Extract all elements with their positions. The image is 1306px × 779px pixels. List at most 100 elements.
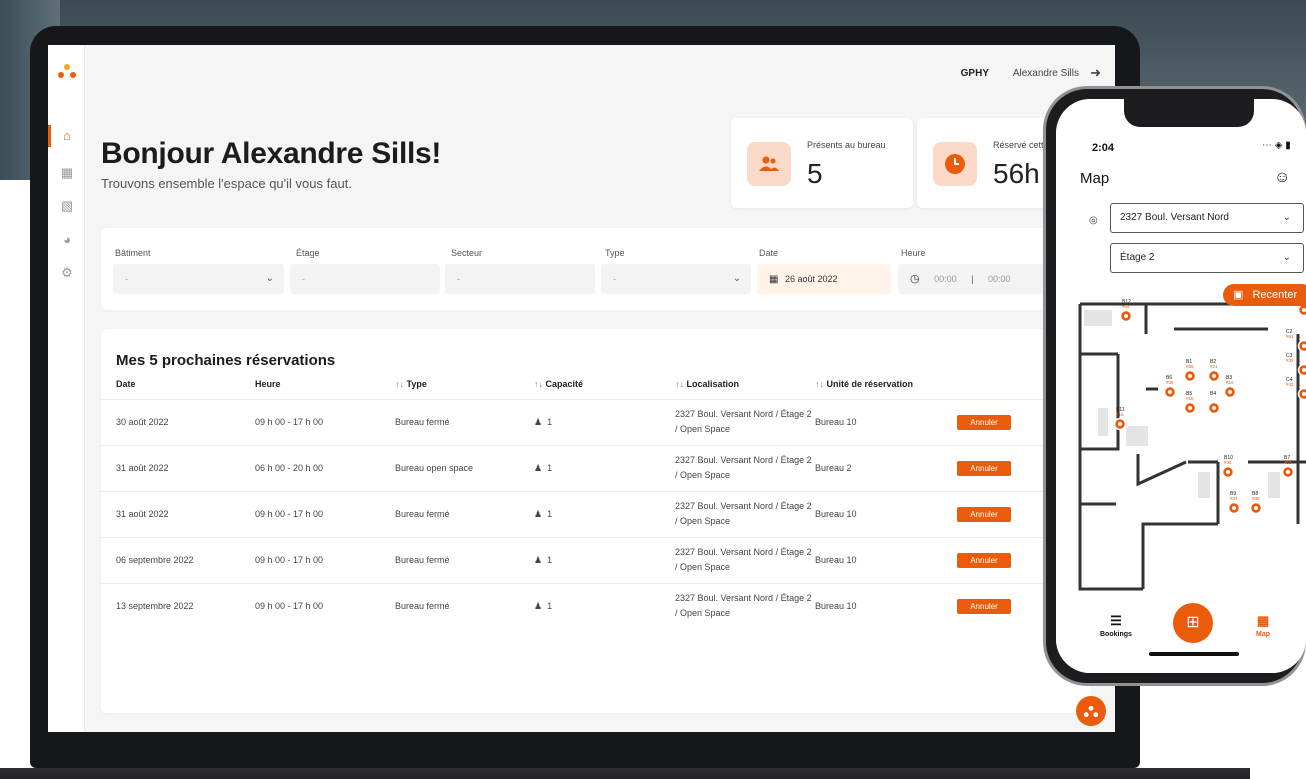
cell-date: 31 août 2022 bbox=[116, 463, 169, 473]
desk-dot-center bbox=[1286, 470, 1290, 474]
new-booking-button[interactable]: ⊞ bbox=[1173, 603, 1213, 643]
cell-time: 09 h 00 - 17 h 00 bbox=[255, 509, 324, 519]
sort-icon: ↑↓ bbox=[395, 379, 404, 389]
tab-bookings-label: Bookings bbox=[1100, 631, 1132, 638]
home-icon[interactable]: ⌂ bbox=[59, 128, 75, 144]
cancel-button[interactable]: Annuler bbox=[957, 507, 1011, 522]
filter-label-building: Bâtiment bbox=[115, 248, 151, 258]
desk-marker[interactable]: B7#59 bbox=[1281, 455, 1295, 479]
nav-rail: ⌂ ▦ ▧ ◕ ⚙ bbox=[48, 45, 85, 732]
col-capacity[interactable]: ↑↓ Capacité bbox=[534, 379, 583, 389]
col-time: Heure bbox=[255, 379, 281, 389]
recenter-icon: ▣ bbox=[1233, 289, 1244, 301]
brand-dots-icon[interactable] bbox=[57, 63, 77, 79]
chart-pie-icon[interactable]: ◕ bbox=[59, 232, 75, 248]
cell-time: 09 h 00 - 17 h 00 bbox=[255, 555, 324, 565]
tab-bookings[interactable]: ☰ Bookings bbox=[1100, 613, 1132, 638]
tab-map[interactable]: ▦ Map bbox=[1256, 613, 1270, 638]
account-icon[interactable]: ☺ bbox=[1274, 169, 1290, 187]
floor-plan-map[interactable]: B12#64 B1#55 B2#21 B6#39 B3#19 B5#18 B4 B11#16 B… bbox=[1078, 294, 1306, 594]
top-bar: GPHY Alexandre Sills ➜ bbox=[85, 45, 1115, 103]
date-picker[interactable]: ▦ 26 août 2022 bbox=[757, 264, 891, 294]
floor-select-mobile[interactable]: Étage 2 ⌄ bbox=[1110, 243, 1304, 273]
gear-icon[interactable]: ⚙ bbox=[59, 265, 75, 281]
desk-number: #64 bbox=[1122, 304, 1130, 309]
cell-unit: Bureau 10 bbox=[815, 417, 857, 427]
type-select[interactable]: - ⌄ bbox=[601, 264, 751, 294]
nav-active-indicator bbox=[48, 125, 51, 147]
sector-select[interactable]: - bbox=[445, 264, 595, 294]
recenter-button[interactable]: ▣ Recenter bbox=[1223, 284, 1306, 306]
desk-marker[interactable]: B10#36 bbox=[1221, 455, 1235, 479]
reservations-title: Mes 5 prochaines réservations bbox=[116, 352, 336, 369]
desk-marker[interactable]: B11#16 bbox=[1113, 407, 1127, 431]
cell-capacity: ♟ 1 bbox=[534, 509, 552, 520]
time-end[interactable]: 00:00 bbox=[988, 274, 1011, 284]
desk-marker[interactable]: B5#18 bbox=[1183, 391, 1197, 415]
desk-marker[interactable]: B9#37 bbox=[1227, 491, 1241, 515]
calendar-check-icon[interactable]: ▧ bbox=[59, 198, 75, 214]
desk-dot-center bbox=[1188, 374, 1192, 378]
cancel-button[interactable]: Annuler bbox=[957, 461, 1011, 476]
desk-number: #61 bbox=[1286, 334, 1294, 339]
desk-marker[interactable]: B1#55 bbox=[1183, 359, 1197, 383]
cell-type: Bureau fermé bbox=[395, 555, 450, 565]
user-name[interactable]: Alexandre Sills bbox=[1013, 68, 1079, 79]
mobile-tab-bar: ☰ Bookings ⊞ ▦ Map bbox=[1056, 599, 1306, 673]
stat-value: 56h bbox=[993, 158, 1040, 189]
desk-marker[interactable]: B8#38 bbox=[1249, 491, 1263, 515]
desk-marker[interactable]: C4#42 bbox=[1286, 377, 1306, 401]
cell-location: 2327 Boul. Versant Nord / Étage 2 / Open… bbox=[675, 501, 812, 526]
stat-value: 5 bbox=[807, 158, 823, 189]
mobile-app: 2:04 ⋯ ◈ ▮ Map ☺ ◎ 2327 Boul. Versant No… bbox=[1056, 99, 1306, 673]
cancel-button[interactable]: Annuler bbox=[957, 415, 1011, 430]
person-icon: ♟ bbox=[534, 555, 543, 565]
cancel-button[interactable]: Annuler bbox=[957, 553, 1011, 568]
desk-marker[interactable]: B3#19 bbox=[1223, 375, 1237, 399]
brand-dots-icon bbox=[1083, 705, 1099, 717]
cell-location: 2327 Boul. Versant Nord / Étage 2 / Open… bbox=[675, 547, 812, 572]
chevron-down-icon: ⌄ bbox=[1282, 212, 1291, 223]
brand-fab-button[interactable] bbox=[1076, 696, 1106, 726]
desk-marker[interactable]: B4 bbox=[1207, 391, 1221, 415]
desk-dot-center bbox=[1232, 506, 1236, 510]
capacity-value: 1 bbox=[547, 463, 553, 473]
person-icon: ♟ bbox=[534, 463, 543, 473]
time-start[interactable]: 00:00 bbox=[934, 274, 957, 284]
cell-time: 06 h 00 - 20 h 00 bbox=[255, 463, 324, 473]
floor-plan-furniture bbox=[1084, 310, 1280, 498]
building-select[interactable]: - ⌄ bbox=[113, 264, 284, 294]
person-icon: ♟ bbox=[534, 509, 543, 519]
desk-marker[interactable]: C2#61 bbox=[1286, 329, 1306, 353]
floor-select[interactable]: - bbox=[290, 264, 440, 294]
desk-marker[interactable]: B12#64 bbox=[1119, 299, 1133, 323]
desk-number: #21 bbox=[1210, 364, 1218, 369]
col-type[interactable]: ↑↓ Type bbox=[395, 379, 427, 389]
desk-number: #37 bbox=[1230, 496, 1238, 501]
desk-dot-center bbox=[1302, 368, 1306, 372]
cancel-button[interactable]: Annuler bbox=[957, 599, 1011, 614]
desk-marker[interactable]: C3#32 bbox=[1286, 353, 1306, 377]
filter-label-sector: Secteur bbox=[451, 248, 483, 258]
sort-icon: ↑↓ bbox=[534, 379, 543, 389]
phone-notch bbox=[1124, 99, 1254, 127]
clock-icon: ◷ bbox=[910, 273, 920, 285]
capacity-value: 1 bbox=[547, 509, 553, 519]
desk-marker[interactable]: B2#21 bbox=[1207, 359, 1221, 383]
calendar-icon[interactable]: ▦ bbox=[59, 165, 75, 181]
desk-marker[interactable]: B6#39 bbox=[1163, 375, 1177, 399]
cell-unit: Bureau 2 bbox=[815, 463, 852, 473]
logout-icon[interactable]: ➜ bbox=[1090, 65, 1101, 81]
filter-label-time: Heure bbox=[901, 248, 926, 258]
floor-plan-walls bbox=[1078, 302, 1306, 591]
col-location[interactable]: ↑↓ Localisation bbox=[675, 379, 739, 389]
col-date: Date bbox=[116, 379, 136, 389]
address-select[interactable]: 2327 Boul. Versant Nord ⌄ bbox=[1110, 203, 1304, 233]
col-unit[interactable]: ↑↓ Unité de réservation bbox=[815, 379, 913, 389]
cell-type: Bureau fermé bbox=[395, 417, 450, 427]
desk-dot-center bbox=[1212, 406, 1216, 410]
col-type-label: Type bbox=[406, 379, 427, 389]
desk-number: #39 bbox=[1166, 380, 1174, 385]
col-capacity-label: Capacité bbox=[545, 379, 584, 389]
desk-number: #19 bbox=[1226, 380, 1234, 385]
